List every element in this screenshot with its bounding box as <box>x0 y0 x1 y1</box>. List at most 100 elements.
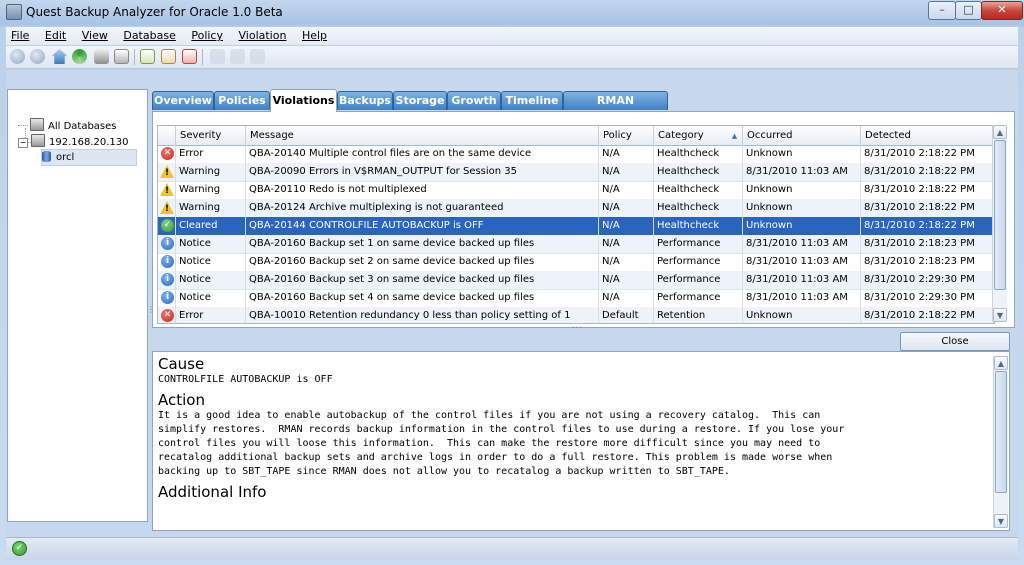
error-icon: ✕ <box>161 147 174 160</box>
scrollbar-thumb[interactable] <box>995 371 1007 493</box>
table-row[interactable]: ✕ Error QBA-10010 Retention redundancy 0 l… <box>158 307 994 323</box>
table-row[interactable]: ! Warning QBA-20124 Archive multiplexing i… <box>158 199 994 218</box>
tab-growth[interactable]: Growth <box>447 91 501 110</box>
cut-icon[interactable] <box>210 49 225 64</box>
header-category[interactable]: Category ▲ <box>654 126 743 145</box>
tab-violations[interactable]: Violations <box>270 89 337 112</box>
tab-overview[interactable]: Overview <box>152 91 214 110</box>
table-row[interactable]: ✕ Error QBA-20140 Multiple control files a… <box>158 145 994 164</box>
cell-occurred: Unknown <box>743 145 861 163</box>
minimize-button[interactable]: – <box>928 1 956 20</box>
cell-icon: ✕ <box>158 307 176 323</box>
table-row[interactable]: ✓ Cleared QBA-20144 CONTROLFILE AUTOBACKUP… <box>158 217 994 236</box>
paste-icon[interactable] <box>250 49 265 64</box>
collapse-toggle-icon[interactable]: − <box>18 138 28 148</box>
sort-ascending-icon: ▲ <box>731 132 738 140</box>
violations-grid: Severity Message Policy Category ▲ Occurr… <box>157 125 995 324</box>
tab-rman-parameters[interactable]: RMAN Parameters <box>563 91 668 125</box>
menu-violation[interactable]: Violation <box>234 27 294 42</box>
cell-category: Performance <box>654 253 743 271</box>
scrollbar-thumb[interactable] <box>994 140 1006 290</box>
export-icon[interactable] <box>140 49 155 64</box>
cell-policy: N/A <box>599 217 654 235</box>
menu-view[interactable]: View <box>77 27 115 42</box>
details-vertical-scrollbar[interactable]: ▲ ▼ <box>993 356 1008 528</box>
cell-icon: i <box>158 235 176 253</box>
cell-severity: Notice <box>176 271 246 289</box>
cell-occurred: Unknown <box>743 217 861 235</box>
title-bar[interactable]: Quest Backup Analyzer for Oracle 1.0 Bet… <box>0 0 1024 24</box>
table-row[interactable]: i Notice QBA-20160 Backup set 2 on same de… <box>158 253 994 272</box>
cleared-icon: ✓ <box>161 219 174 232</box>
close-window-button[interactable]: ✕ <box>981 1 1023 20</box>
horizontal-splitter-grip[interactable]: ··· <box>572 323 583 332</box>
export-delete-icon[interactable] <box>182 49 197 64</box>
cell-occurred: 8/31/2010 11:03 AM <box>743 271 861 289</box>
tree-item-orcl[interactable]: orcl <box>41 149 137 166</box>
info-icon: i <box>161 291 174 304</box>
cell-icon: ✕ <box>158 145 176 163</box>
tree-item-server[interactable]: − 192.168.20.130 <box>18 134 129 149</box>
menu-policy[interactable]: Policy <box>186 27 230 42</box>
header-message[interactable]: Message <box>246 126 599 145</box>
back-icon[interactable] <box>10 49 25 64</box>
action-text: It is a good idea to enable autobackup o… <box>158 410 845 477</box>
database-tree: All Databases − 192.168.20.130 orcl <box>7 89 148 522</box>
cell-detected: 8/31/2010 2:29:30 PM <box>861 271 994 289</box>
print-preview-icon[interactable] <box>114 49 129 64</box>
table-row[interactable]: i Notice QBA-20160 Backup set 3 on same de… <box>158 271 994 290</box>
scroll-up-icon[interactable]: ▲ <box>994 356 1008 370</box>
vertical-splitter-grip[interactable]: ⋮ <box>147 305 155 319</box>
export-edit-icon[interactable] <box>161 49 176 64</box>
table-row[interactable]: ! Warning QBA-20090 Errors in V$RMAN_OUTPU… <box>158 163 994 182</box>
tab-backups[interactable]: Backups <box>337 91 393 110</box>
menu-edit[interactable]: Edit <box>40 27 73 42</box>
cell-icon: i <box>158 253 176 271</box>
menu-file[interactable]: File <box>6 27 36 42</box>
header-detected[interactable]: Detected <box>861 126 994 145</box>
cell-occurred: 8/31/2010 11:03 AM <box>743 235 861 253</box>
table-row[interactable]: i Notice QBA-20160 Backup set 4 on same de… <box>158 289 994 308</box>
menu-help[interactable]: Help <box>297 27 334 42</box>
header-category-label: Category <box>658 130 704 141</box>
grid-vertical-scrollbar[interactable]: ▲ ▼ <box>992 125 1007 322</box>
header-icon-column <box>158 126 176 145</box>
cell-severity: Error <box>176 145 246 163</box>
cell-policy: N/A <box>599 181 654 199</box>
scroll-down-icon[interactable]: ▼ <box>993 308 1007 322</box>
toolbar-separator <box>202 49 203 65</box>
menu-database[interactable]: Database <box>118 27 183 42</box>
tree-item-all-databases[interactable]: All Databases <box>18 118 117 133</box>
copy-icon[interactable] <box>230 49 245 64</box>
cell-severity: Notice <box>176 235 246 253</box>
table-row[interactable]: ! Warning QBA-20110 Redo is not multiplexe… <box>158 181 994 200</box>
tab-storage[interactable]: Storage <box>393 91 447 110</box>
print-icon[interactable] <box>94 49 109 64</box>
cell-severity: Warning <box>176 163 246 181</box>
tab-timeline[interactable]: Timeline <box>501 91 563 110</box>
scroll-up-icon[interactable]: ▲ <box>993 125 1007 139</box>
cell-message: QBA-20144 CONTROLFILE AUTOBACKUP is OFF <box>246 217 599 235</box>
maximize-button[interactable]: □ <box>955 1 982 20</box>
tree-label-orcl: orcl <box>56 152 75 163</box>
cell-severity: Cleared <box>176 217 246 235</box>
app-icon <box>6 4 22 20</box>
tab-policies[interactable]: Policies <box>214 91 270 110</box>
toolbar-separator <box>134 49 135 65</box>
refresh-icon[interactable] <box>72 49 87 64</box>
ok-status-icon: ✓ <box>12 541 27 556</box>
server-group-icon <box>30 118 44 131</box>
close-details-button[interactable]: Close <box>900 332 1010 351</box>
header-occurred[interactable]: Occurred <box>743 126 861 145</box>
cell-occurred: 8/31/2010 11:03 AM <box>743 163 861 181</box>
info-icon: i <box>161 273 174 286</box>
header-policy[interactable]: Policy <box>599 126 654 145</box>
cell-category: Healthcheck <box>654 199 743 217</box>
scroll-down-icon[interactable]: ▼ <box>994 514 1008 528</box>
table-row[interactable]: i Notice QBA-20160 Backup set 1 on same de… <box>158 235 994 254</box>
header-severity[interactable]: Severity <box>176 126 246 145</box>
home-icon[interactable] <box>52 49 67 64</box>
cell-message: QBA-20110 Redo is not multiplexed <box>246 181 599 199</box>
cell-category: Retention <box>654 307 743 323</box>
forward-icon[interactable] <box>30 49 45 64</box>
